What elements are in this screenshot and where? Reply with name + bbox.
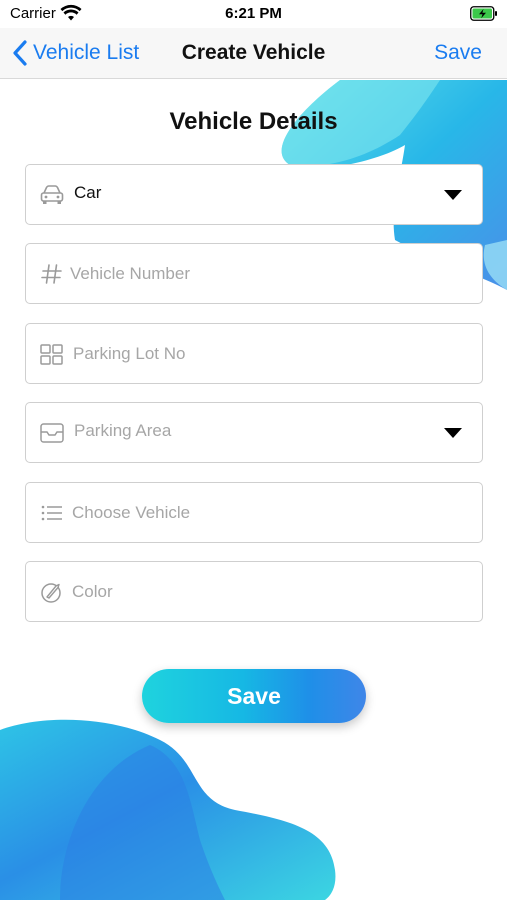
status-bar: Carrier 6:21 PM bbox=[0, 0, 507, 28]
car-icon bbox=[40, 185, 64, 204]
color-picker-icon bbox=[41, 583, 61, 603]
grid-icon bbox=[40, 344, 63, 365]
back-chevron-icon bbox=[13, 40, 27, 66]
parking-area-dropdown[interactable]: Parking Area bbox=[25, 402, 483, 463]
back-button-label: Vehicle List bbox=[33, 41, 140, 64]
dropdown-arrow-icon bbox=[444, 428, 462, 438]
color-field[interactable] bbox=[25, 561, 483, 622]
parking-area-placeholder: Parking Area bbox=[74, 421, 172, 440]
navigation-bar: Vehicle List Create Vehicle Save bbox=[0, 28, 507, 79]
color-input[interactable] bbox=[72, 572, 472, 612]
choose-vehicle-input[interactable] bbox=[72, 493, 472, 533]
save-button-label: Save bbox=[227, 682, 281, 709]
choose-vehicle-field[interactable] bbox=[25, 482, 483, 543]
hash-icon bbox=[41, 264, 62, 284]
vehicle-type-dropdown[interactable]: Car bbox=[25, 164, 483, 225]
save-button[interactable]: Save bbox=[142, 669, 366, 723]
inbox-icon bbox=[40, 423, 64, 443]
back-button[interactable]: Vehicle List bbox=[12, 38, 139, 68]
parking-lot-input[interactable] bbox=[73, 334, 473, 374]
dropdown-arrow-icon bbox=[444, 190, 462, 200]
status-time: 6:21 PM bbox=[225, 5, 282, 22]
parking-lot-field[interactable] bbox=[25, 323, 483, 384]
vehicle-number-field[interactable] bbox=[25, 243, 483, 304]
list-icon bbox=[41, 505, 62, 521]
battery-charging-icon bbox=[470, 6, 497, 21]
section-title: Vehicle Details bbox=[169, 108, 338, 135]
vehicle-type-value: Car bbox=[74, 183, 102, 202]
vehicle-number-input[interactable] bbox=[70, 254, 470, 294]
nav-save-button[interactable]: Save bbox=[434, 41, 482, 65]
